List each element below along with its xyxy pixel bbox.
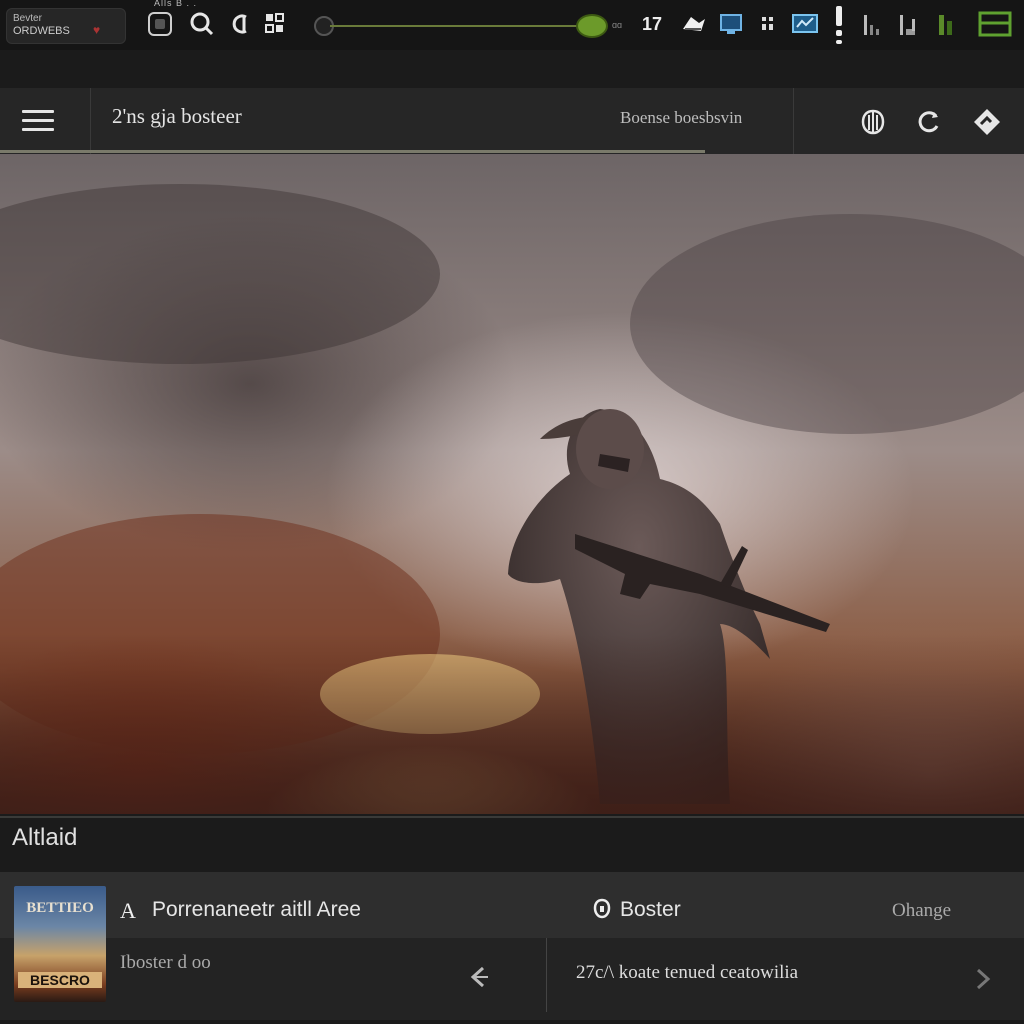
window-icon[interactable] (976, 10, 1014, 38)
booster-label[interactable]: Boster (620, 898, 681, 922)
navigate-icon[interactable] (969, 104, 1005, 140)
header-progress-bar (0, 150, 705, 153)
status-icon (934, 10, 958, 38)
wallet-icon[interactable] (228, 10, 254, 38)
page-title: 2'ns gja bosteer (112, 104, 242, 128)
next-chevron-icon[interactable] (968, 962, 998, 996)
signal-icon (860, 10, 884, 38)
app-tile-label-1: Bevter (13, 13, 42, 24)
change-link[interactable]: Ohange (892, 900, 951, 922)
grid-icon[interactable] (262, 10, 288, 38)
hamburger-menu-icon[interactable] (16, 106, 60, 136)
booster-icon (592, 898, 612, 926)
volume-slider-track[interactable] (330, 25, 580, 27)
previous-arrow-icon[interactable] (462, 960, 496, 994)
section-title: Altlaid (12, 824, 78, 851)
card-status-text: 27c/\ koate tenued ceatowilia (576, 962, 799, 983)
header-subtitle[interactable]: Boense boesbsvin (620, 108, 742, 128)
app-tile-label-2: ORDWEBS (13, 25, 70, 37)
shield-icon[interactable] (855, 104, 891, 140)
card-subtitle: Iboster d oo (120, 952, 211, 973)
app-switcher-tile[interactable]: Bevter ORDWEBS ♥ (6, 8, 126, 44)
booster-card-footer (0, 938, 1024, 1020)
clock: 17 (642, 14, 663, 34)
slider-caption: ɑɑ (612, 20, 623, 30)
game-thumbnail[interactable]: BETTIEO BESCRO (14, 886, 106, 1002)
search-icon[interactable] (186, 10, 218, 38)
panel-divider (0, 816, 1024, 818)
footer-divider (546, 938, 547, 1012)
refresh-icon[interactable] (911, 104, 947, 140)
map-icon[interactable] (790, 10, 820, 38)
card-prefix: A (120, 898, 136, 923)
battery-icon (896, 10, 920, 38)
system-status-bar: Bevter ORDWEBS ♥ Alls B . . ɑɑ 17 (0, 0, 1024, 50)
app-header: 2'ns gja bosteer Boense boesbsvin (0, 88, 1024, 155)
header-divider (793, 88, 794, 154)
volume-slider-knob[interactable] (576, 14, 608, 38)
card-title: Porrenaneetr aitll Aree (152, 898, 361, 921)
header-divider (90, 88, 91, 154)
soldier-artwork-illustration (0, 184, 1024, 814)
menu-dots-icon[interactable] (835, 6, 843, 44)
thumbnail-title: BETTIEO (26, 900, 94, 916)
chat-icon[interactable] (758, 10, 778, 38)
thumbnail-badge: BESCRO (18, 972, 102, 988)
hero-artwork (0, 154, 1024, 814)
cloud-icon[interactable] (678, 10, 708, 38)
app-box-icon[interactable] (148, 12, 172, 36)
heart-icon: ♥ (93, 23, 101, 37)
status-tiny-text: Alls B . . (154, 0, 198, 8)
monitor-icon[interactable] (718, 10, 744, 38)
